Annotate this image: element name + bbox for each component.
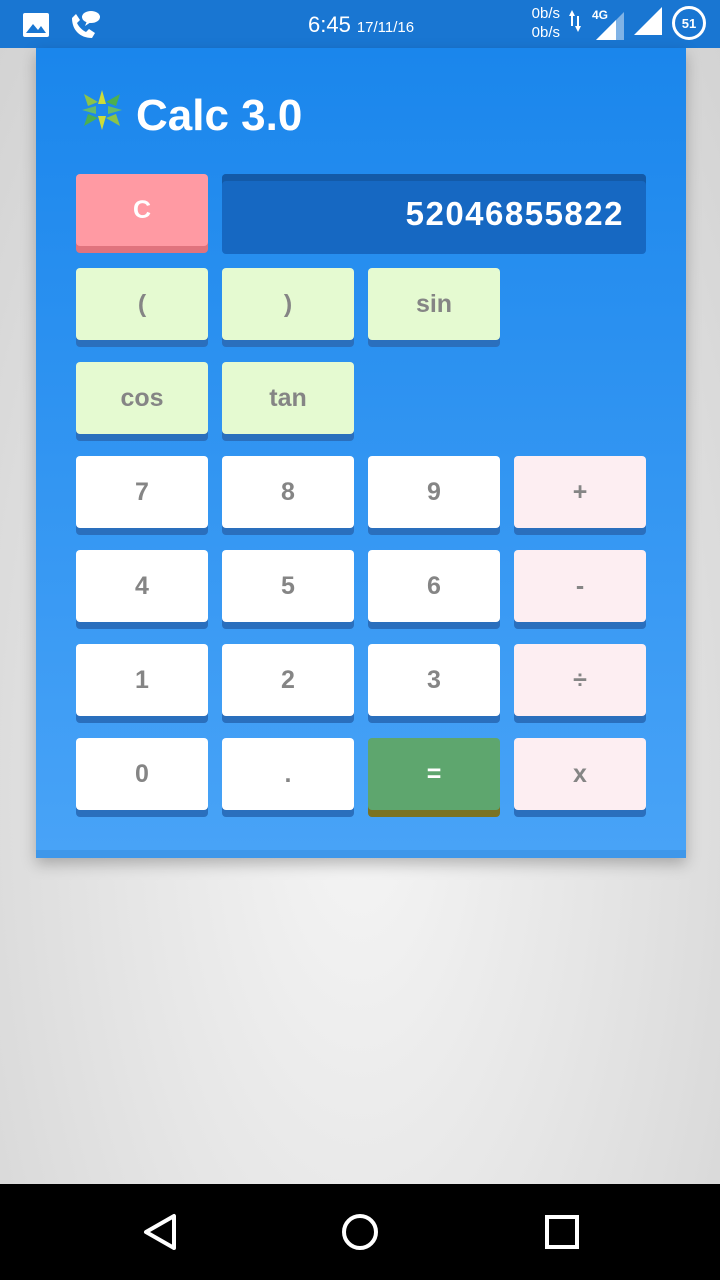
close-paren-button[interactable]: )	[222, 268, 354, 340]
digit-1-button[interactable]: 1	[76, 644, 208, 716]
decimal-point-button[interactable]: .	[222, 738, 354, 810]
digit-7-button[interactable]: 7	[76, 456, 208, 528]
signal-icon	[632, 5, 664, 42]
data-arrows-icon	[568, 8, 582, 39]
sin-button[interactable]: sin	[368, 268, 500, 340]
tan-button[interactable]: tan	[222, 362, 354, 434]
app-title: Calc 3.0	[136, 90, 303, 140]
status-bar: 6:45 17/11/16 0b/s 0b/s 4G 51	[0, 0, 720, 48]
digit-2-button[interactable]: 2	[222, 644, 354, 716]
call-message-icon	[68, 10, 102, 45]
clear-button[interactable]: C	[76, 174, 208, 246]
net-up-speed: 0b/s	[531, 5, 560, 22]
plus-button[interactable]: +	[514, 456, 646, 528]
gallery-icon	[22, 12, 50, 43]
open-paren-button[interactable]: (	[76, 268, 208, 340]
digit-6-button[interactable]: 6	[368, 550, 500, 622]
status-date: 17/11/16	[356, 19, 415, 36]
home-icon[interactable]	[340, 1212, 380, 1257]
network-type-label: 4G	[592, 8, 609, 22]
navigation-bar	[0, 1184, 720, 1280]
minus-button[interactable]: -	[514, 550, 646, 622]
battery-icon: 51	[672, 6, 706, 40]
app-logo-icon	[80, 88, 124, 143]
digit-4-button[interactable]: 4	[76, 550, 208, 622]
back-icon[interactable]	[140, 1212, 180, 1257]
recents-icon[interactable]	[542, 1212, 582, 1257]
divide-button[interactable]: ÷	[514, 644, 646, 716]
network-4g-indicator: 4G	[590, 6, 624, 40]
cos-button[interactable]: cos	[76, 362, 208, 434]
digit-5-button[interactable]: 5	[222, 550, 354, 622]
status-time: 6:45	[308, 12, 351, 37]
digit-9-button[interactable]: 9	[368, 456, 500, 528]
net-down-speed: 0b/s	[531, 24, 560, 41]
digit-8-button[interactable]: 8	[222, 456, 354, 528]
app-header: Calc 3.0	[80, 88, 302, 143]
equals-button[interactable]: =	[368, 738, 500, 810]
digit-0-button[interactable]: 0	[76, 738, 208, 810]
multiply-button[interactable]: x	[514, 738, 646, 810]
calculator-card: Calc 3.0 C 52046855822 ( ) sin cos tan 7…	[36, 48, 686, 858]
network-speed: 0b/s 0b/s	[532, 4, 560, 42]
battery-level: 51	[681, 15, 697, 31]
digit-3-button[interactable]: 3	[368, 644, 500, 716]
result-display: 52046855822	[222, 174, 646, 254]
status-time-group: 6:45 17/11/16	[308, 12, 414, 38]
